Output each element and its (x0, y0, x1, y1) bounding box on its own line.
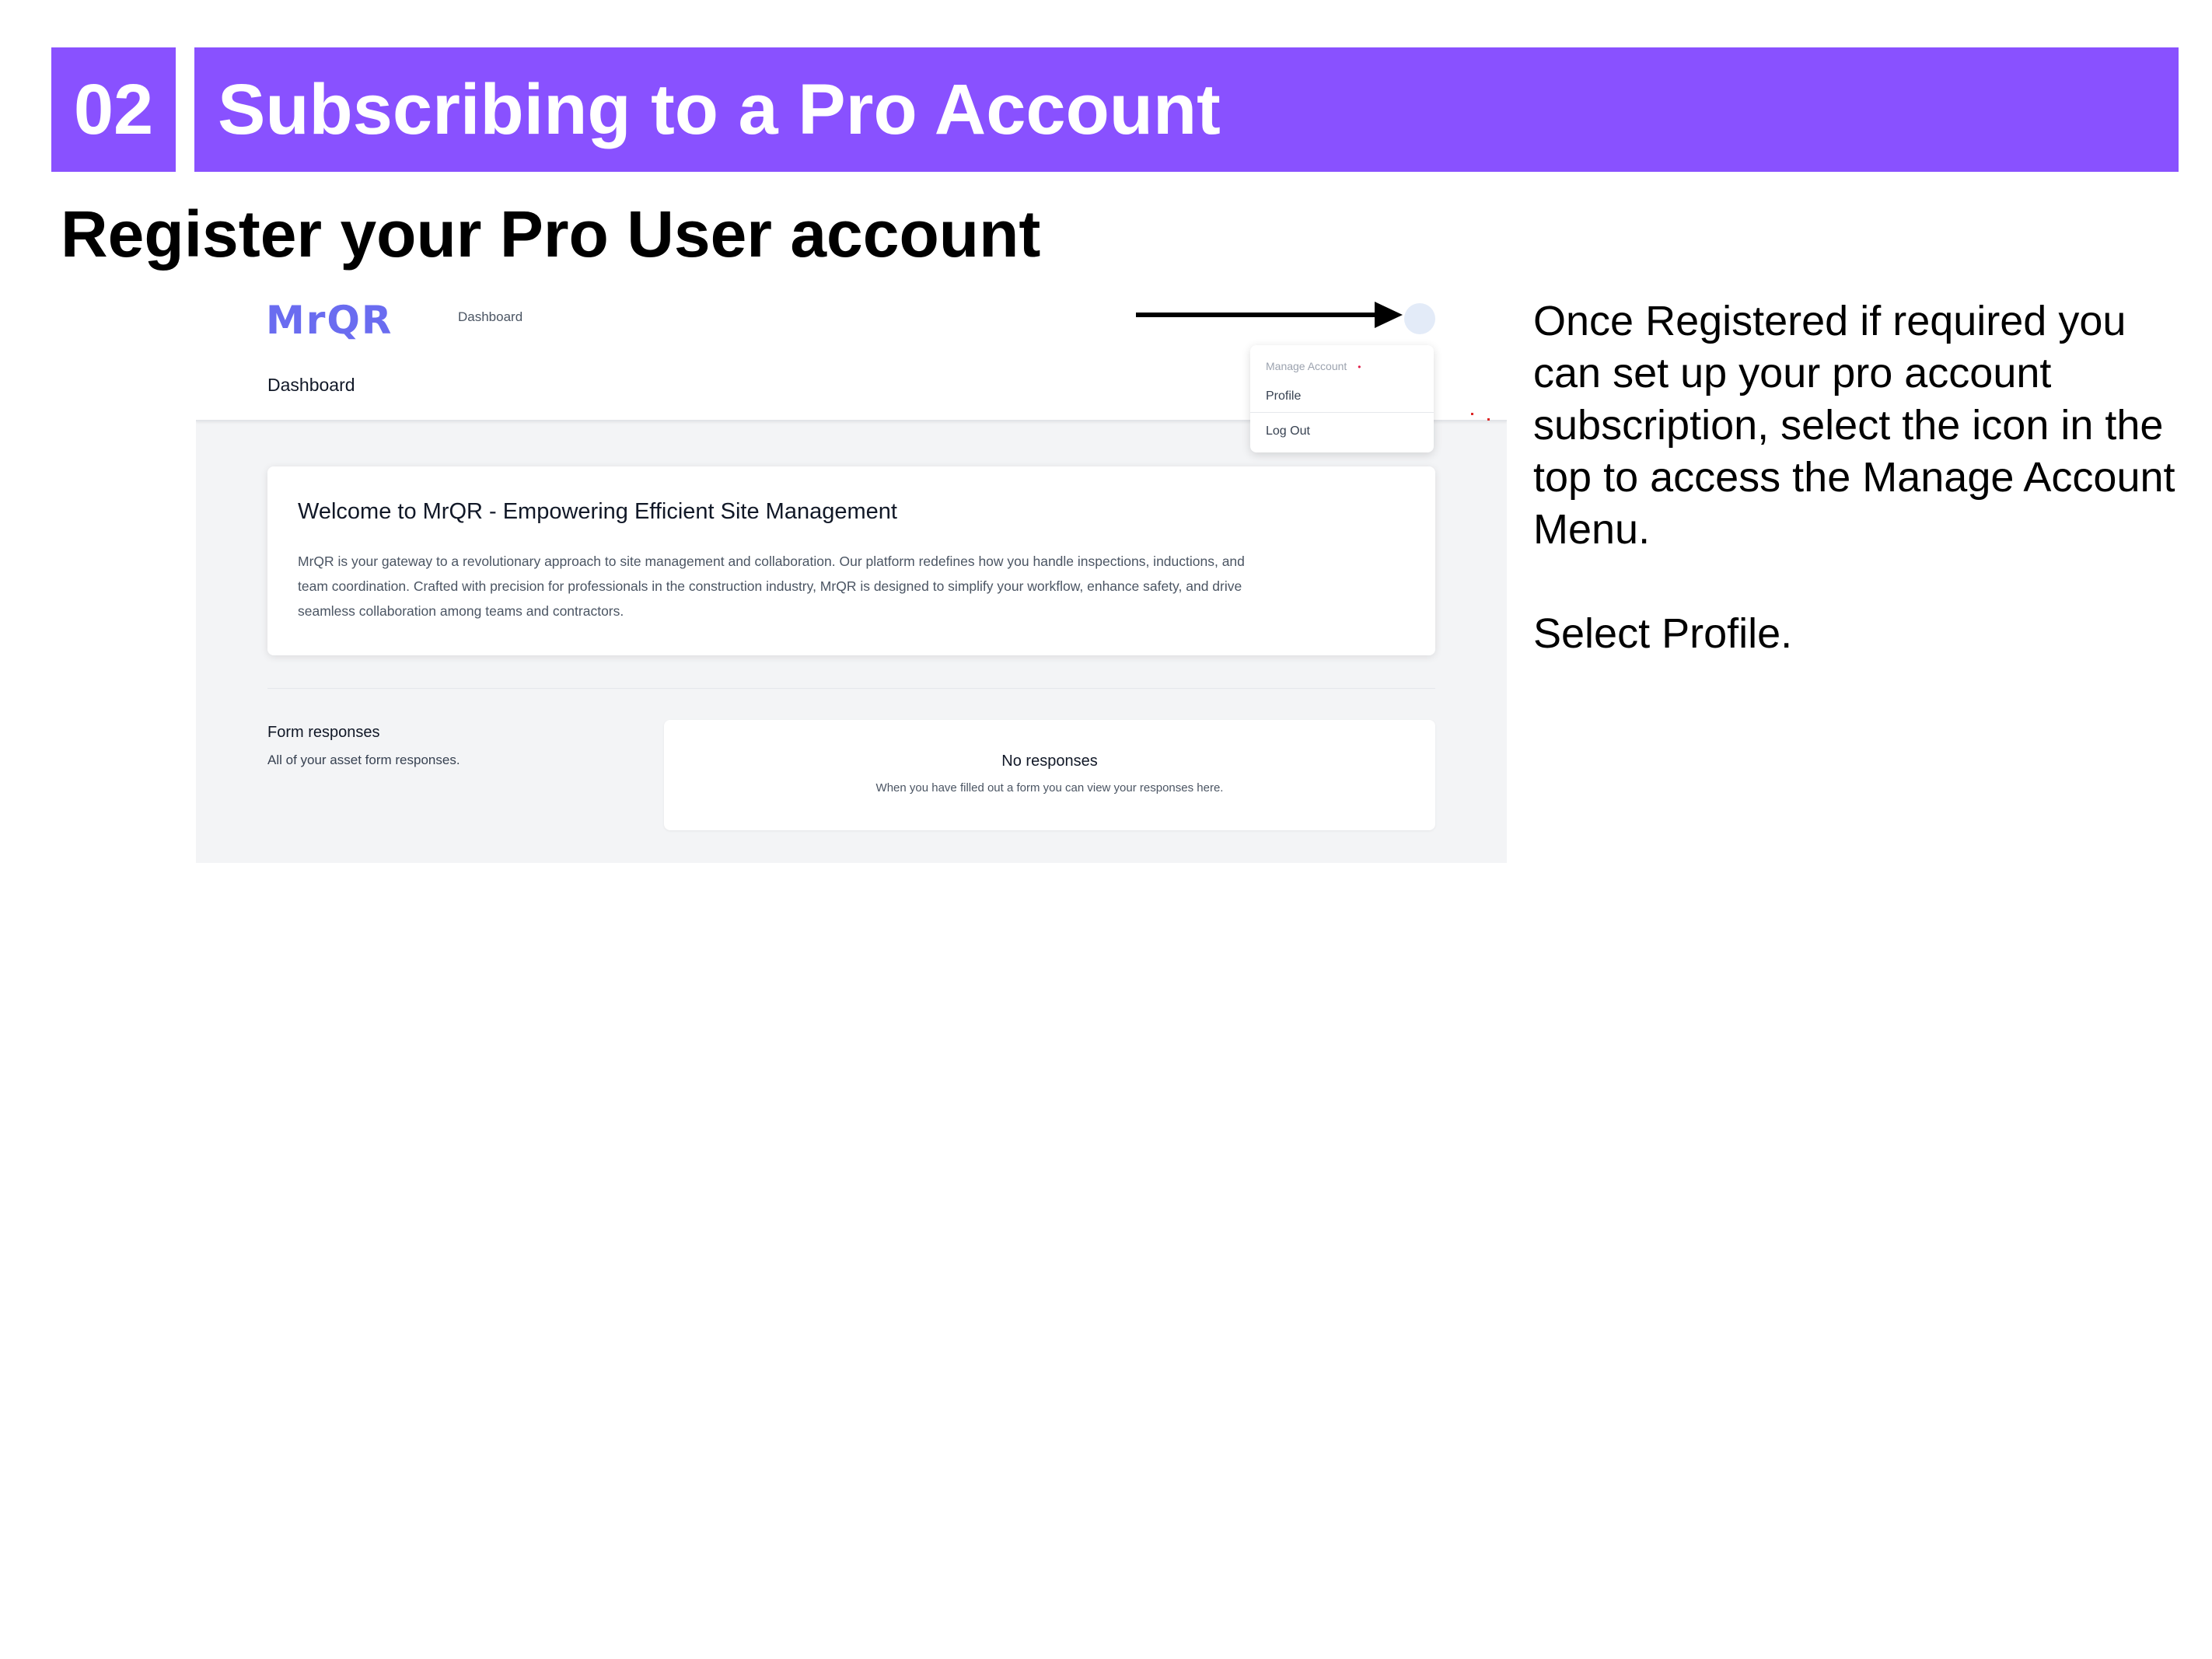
form-responses-title: Form responses (267, 724, 380, 741)
welcome-card: Welcome to MrQR - Empowering Efficient S… (267, 466, 1435, 655)
nav-link-dashboard[interactable]: Dashboard (458, 309, 522, 325)
user-avatar-icon[interactable] (1404, 303, 1435, 334)
empty-responses-card: No responses When you have filled out a … (664, 720, 1435, 830)
instruction-text: Once Registered if required you can set … (1533, 295, 2202, 660)
page-title: Dashboard (267, 375, 355, 395)
menu-header: Manage Account • (1266, 360, 1361, 372)
menu-item-log-out[interactable]: Log Out (1266, 424, 1310, 438)
pointer-arrow-head-icon (1375, 302, 1403, 328)
manage-account-menu: Manage Account • Profile Log Out (1250, 345, 1434, 452)
banner-title: Subscribing to a Pro Account (194, 47, 2179, 172)
step-number-badge: 02 (51, 47, 176, 172)
welcome-description-line: seamless collaboration among teams and c… (298, 603, 624, 619)
notification-dot-icon: • (1358, 361, 1361, 372)
pointer-arrow-line (1136, 313, 1385, 317)
menu-divider (1250, 412, 1434, 413)
empty-state-title: No responses (1001, 753, 1098, 770)
form-responses-subtitle: All of your asset form responses. (267, 753, 460, 767)
red-dot-mark (1487, 418, 1490, 421)
mrqr-logo[interactable]: MrQR (266, 297, 393, 344)
app-top-nav: MrQR Dashboard (196, 289, 1507, 349)
instruction-paragraph: Once Registered if required you can set … (1533, 298, 2175, 553)
menu-header-label: Manage Account (1266, 360, 1347, 372)
welcome-description-line: team coordination. Crafted with precisio… (298, 578, 1242, 594)
section-divider (267, 688, 1435, 689)
welcome-title: Welcome to MrQR - Empowering Efficient S… (298, 499, 897, 524)
instruction-paragraph: Select Profile. (1533, 610, 1793, 657)
empty-state-message: When you have filled out a form you can … (875, 781, 1224, 795)
welcome-description: MrQR is your gateway to a revolutionary … (298, 549, 1402, 623)
menu-item-profile[interactable]: Profile (1266, 389, 1301, 403)
app-screenshot: MrQR Dashboard Dashboard Welcome to MrQR… (196, 289, 1507, 863)
welcome-description-line: MrQR is your gateway to a revolutionary … (298, 554, 1245, 569)
page-subheading: Register your Pro User account (61, 197, 1041, 271)
red-dot-mark (1471, 413, 1473, 415)
